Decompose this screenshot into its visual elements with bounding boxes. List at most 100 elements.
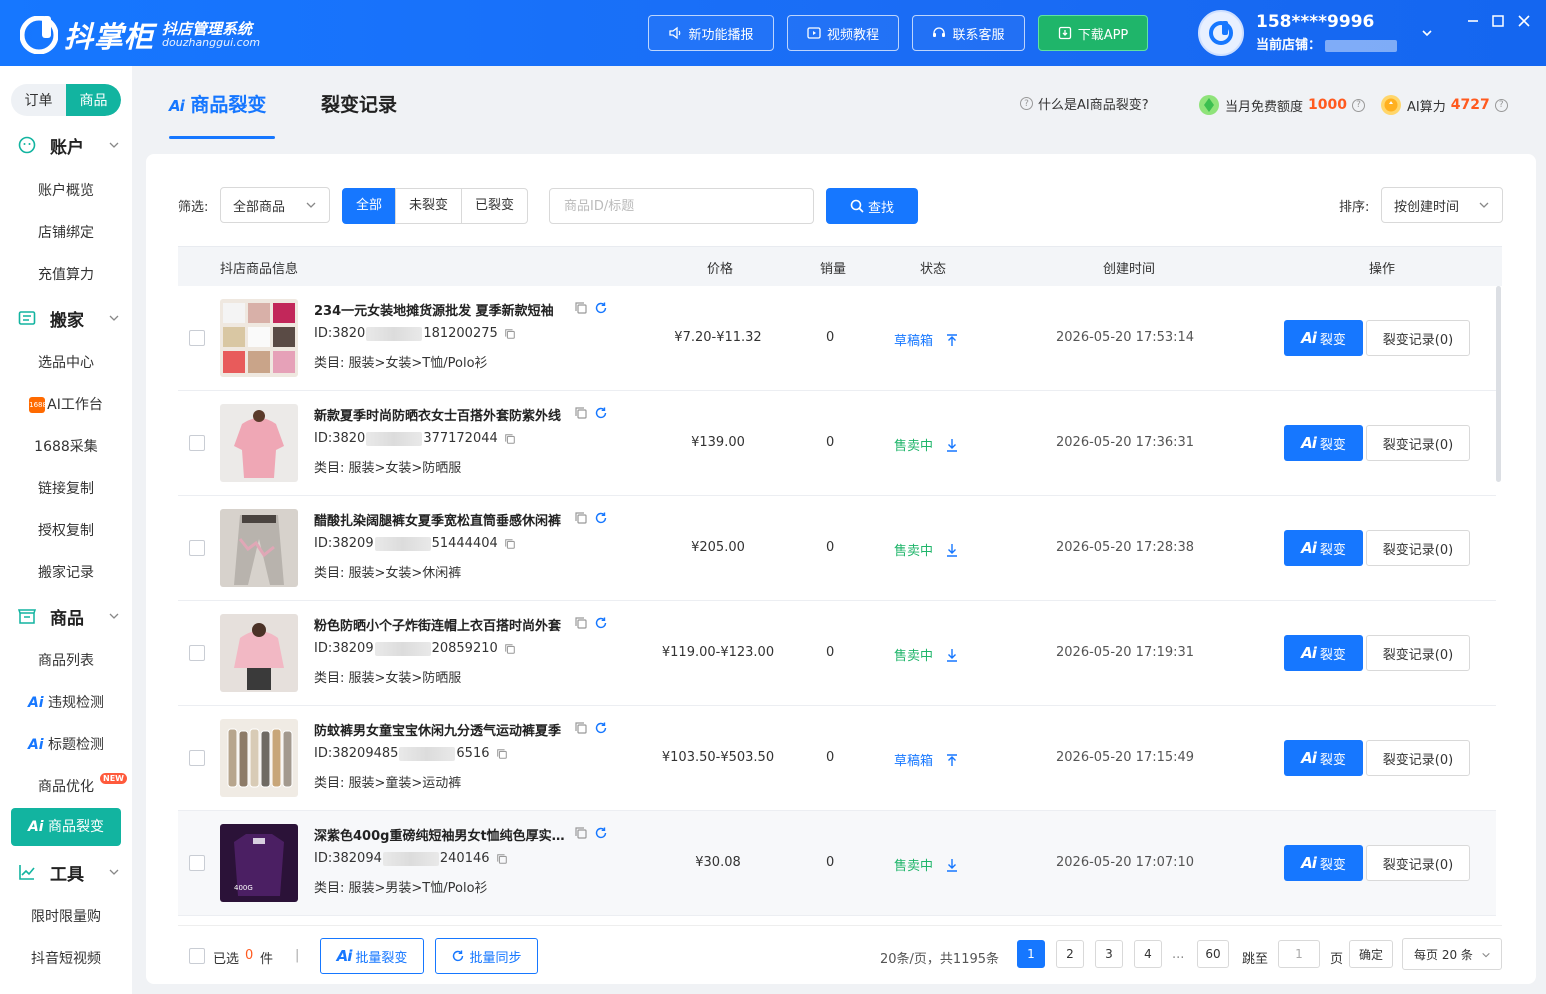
copy-icon[interactable]: [504, 328, 516, 340]
news-button[interactable]: 新功能播报: [648, 15, 774, 51]
take-down-icon[interactable]: [945, 858, 959, 872]
help-icon[interactable]: ?: [1494, 98, 1508, 112]
sidebar-item-product-optimize[interactable]: 商品优化 NEW: [0, 773, 132, 796]
batch-fission-button[interactable]: Ai 批量裂变: [320, 938, 424, 974]
copy-icon[interactable]: [574, 511, 588, 525]
copy-icon[interactable]: [504, 538, 516, 550]
take-down-icon[interactable]: [945, 543, 959, 557]
minimize-icon[interactable]: [1466, 14, 1480, 28]
sidebar-item-account-overview[interactable]: 账户概览: [0, 180, 132, 200]
product-thumbnail[interactable]: [220, 719, 298, 797]
avatar[interactable]: [1198, 10, 1244, 56]
fission-record-button[interactable]: 裂变记录(0): [1366, 845, 1470, 881]
product-thumbnail[interactable]: [220, 404, 298, 482]
page-4[interactable]: 4: [1134, 940, 1162, 968]
copy-icon[interactable]: [504, 643, 516, 655]
sidebar-item-douyin-video[interactable]: 抖音短视频: [0, 948, 132, 968]
video-tutorial-button[interactable]: 视频教程: [787, 15, 899, 51]
fission-button[interactable]: Ai 裂变: [1284, 530, 1363, 566]
take-down-icon[interactable]: [945, 438, 959, 452]
copy-icon[interactable]: [574, 826, 588, 840]
fission-button[interactable]: Ai 裂变: [1284, 635, 1363, 671]
publish-up-icon[interactable]: [945, 753, 959, 767]
refresh-icon[interactable]: [594, 616, 608, 630]
tab-product-fission[interactable]: Ai 商品裂变: [169, 90, 266, 117]
sidebar-item-collect-1688[interactable]: 1688采集: [0, 436, 132, 456]
copy-icon[interactable]: [574, 721, 588, 735]
copy-icon[interactable]: [496, 853, 508, 865]
row-checkbox[interactable]: [189, 435, 205, 451]
row-checkbox[interactable]: [189, 540, 205, 556]
sidebar-item-recharge[interactable]: 充值算力: [0, 264, 132, 284]
sidebar-item-product-list[interactable]: 商品列表: [0, 650, 132, 670]
sidebar-item-select-center[interactable]: 选品中心: [0, 352, 132, 372]
sort-select[interactable]: 按创建时间: [1381, 187, 1503, 223]
jump-page-input[interactable]: 1: [1278, 940, 1320, 968]
sidebar-item-product-fission[interactable]: Ai 商品裂变: [11, 808, 121, 846]
help-icon[interactable]: ?: [1351, 98, 1365, 112]
fission-record-button[interactable]: 裂变记录(0): [1366, 635, 1470, 671]
refresh-icon[interactable]: [594, 406, 608, 420]
sidebar-item-auth-copy[interactable]: 授权复制: [0, 520, 132, 540]
product-thumbnail[interactable]: [220, 614, 298, 692]
batch-sync-button[interactable]: 批量同步: [435, 938, 538, 974]
search-button[interactable]: 查找: [826, 188, 918, 224]
sidebar-group-product[interactable]: 商品: [0, 601, 132, 631]
search-input[interactable]: [549, 188, 814, 224]
sidebar-group-account[interactable]: 账户: [0, 130, 132, 160]
sidebar-item-violation-check[interactable]: Ai 违规检测: [0, 692, 132, 712]
refresh-icon[interactable]: [594, 301, 608, 315]
fission-button[interactable]: Ai 裂变: [1284, 425, 1363, 461]
product-thumbnail[interactable]: [220, 509, 298, 587]
sidebar-item-limited-time[interactable]: 限时限量购: [0, 906, 132, 926]
refresh-icon[interactable]: [594, 721, 608, 735]
fission-button[interactable]: Ai 裂变: [1284, 320, 1363, 356]
publish-up-icon[interactable]: [945, 333, 959, 347]
row-checkbox[interactable]: [189, 645, 205, 661]
product-title[interactable]: 新款夏季时尚防晒衣女士百搭外套防紫外线: [314, 405, 569, 424]
sidebar-item-move-record[interactable]: 搬家记录: [0, 562, 132, 582]
current-shop[interactable]: 当前店铺：: [1256, 34, 1398, 53]
per-page-select[interactable]: 每页 20 条: [1402, 938, 1502, 970]
filter-not-fissioned[interactable]: 未裂变: [395, 188, 463, 224]
product-title[interactable]: 防蚊裤男女童宝宝休闲九分透气运动裤夏季: [314, 720, 569, 739]
jump-confirm-button[interactable]: 确定: [1349, 940, 1393, 968]
page-2[interactable]: 2: [1056, 940, 1084, 968]
copy-icon[interactable]: [574, 301, 588, 315]
filter-all[interactable]: 全部: [342, 188, 397, 224]
contact-service-button[interactable]: 联系客服: [912, 15, 1025, 51]
fission-record-button[interactable]: 裂变记录(0): [1366, 320, 1470, 356]
switch-product[interactable]: 商品: [66, 84, 121, 116]
table-scrollbar[interactable]: [1496, 286, 1501, 482]
select-all-checkbox[interactable]: [189, 948, 205, 964]
sidebar-item-ai-workbench[interactable]: 1688AI工作台: [0, 394, 132, 414]
refresh-icon[interactable]: [594, 511, 608, 525]
fission-record-button[interactable]: 裂变记录(0): [1366, 530, 1470, 566]
row-checkbox[interactable]: [189, 750, 205, 766]
fission-button[interactable]: Ai 裂变: [1284, 740, 1363, 776]
row-checkbox[interactable]: [189, 330, 205, 346]
page-last[interactable]: 60: [1197, 940, 1229, 968]
what-is-ai-fission-link[interactable]: ? 什么是AI商品裂变?: [1020, 94, 1149, 113]
sidebar-group-move[interactable]: 搬家: [0, 303, 132, 333]
sidebar-item-link-copy[interactable]: 链接复制: [0, 478, 132, 498]
maximize-icon[interactable]: [1491, 14, 1505, 28]
tab-fission-record[interactable]: 裂变记录: [321, 90, 397, 117]
copy-icon[interactable]: [504, 433, 516, 445]
take-down-icon[interactable]: [945, 648, 959, 662]
refresh-icon[interactable]: [594, 826, 608, 840]
product-title[interactable]: 深紫色400g重磅纯短袖男女t恤纯色厚实打底: [314, 825, 569, 844]
product-title[interactable]: 粉色防晒小个子炸街连帽上衣百搭时尚外套: [314, 615, 569, 634]
copy-icon[interactable]: [574, 406, 588, 420]
fission-button[interactable]: Ai 裂变: [1284, 845, 1363, 881]
fission-record-button[interactable]: 裂变记录(0): [1366, 740, 1470, 776]
product-title[interactable]: 醋酸扎染阔腿裤女夏季宽松直筒垂感休闲裤: [314, 510, 569, 529]
chevron-down-icon[interactable]: [1420, 26, 1434, 40]
copy-icon[interactable]: [574, 616, 588, 630]
close-icon[interactable]: [1517, 14, 1531, 28]
filter-fissioned[interactable]: 已裂变: [461, 188, 529, 224]
copy-icon[interactable]: [496, 748, 508, 760]
switch-order[interactable]: 订单: [11, 84, 66, 116]
product-filter-select[interactable]: 全部商品: [220, 187, 330, 223]
page-3[interactable]: 3: [1095, 940, 1123, 968]
